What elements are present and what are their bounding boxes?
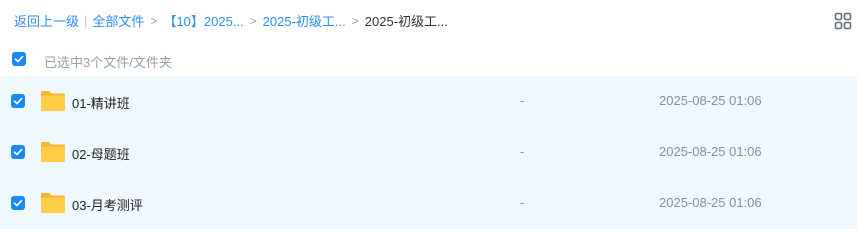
file-size: -	[520, 144, 525, 159]
file-modified-time: 2025-08-25 01:06	[659, 93, 762, 108]
selection-bar: 已选中3个文件/文件夹	[0, 42, 867, 76]
file-name[interactable]: 02-母题班	[72, 144, 130, 163]
file-row[interactable]: 01-精讲班 - 2025-08-25 01:06	[0, 76, 857, 127]
selection-count-text: 已选中3个文件/文件夹	[44, 55, 172, 70]
breadcrumb-item[interactable]: 2025-初级工...	[263, 11, 346, 30]
grid-view-icon[interactable]	[834, 12, 852, 30]
select-all-checkbox[interactable]	[12, 52, 26, 66]
breadcrumb: 返回上一级 | 全部文件 > 【10】2025... > 2025-初级工...…	[14, 11, 448, 30]
file-row[interactable]: 03-月考测评 - 2025-08-25 01:06	[0, 178, 857, 229]
breadcrumb-separator-icon: >	[351, 13, 359, 28]
breadcrumb-divider: |	[84, 13, 88, 28]
breadcrumb-all-files[interactable]: 全部文件	[92, 11, 144, 30]
breadcrumb-current: 2025-初级工...	[364, 14, 448, 29]
file-size: -	[520, 93, 525, 108]
file-name[interactable]: 03-月考测评	[72, 195, 143, 214]
file-modified-time: 2025-08-25 01:06	[659, 195, 762, 210]
row-checkbox[interactable]	[11, 94, 25, 108]
folder-icon	[40, 90, 66, 112]
file-name[interactable]: 01-精讲班	[72, 93, 130, 112]
top-bar: 返回上一级 | 全部文件 > 【10】2025... > 2025-初级工...…	[0, 0, 867, 40]
breadcrumb-item[interactable]: 【10】2025...	[163, 11, 243, 30]
file-size: -	[520, 195, 525, 210]
file-modified-time: 2025-08-25 01:06	[659, 144, 762, 159]
folder-icon	[40, 192, 66, 214]
row-checkbox[interactable]	[11, 145, 25, 159]
file-list: 01-精讲班 - 2025-08-25 01:06 02-母题班 - 2025-…	[0, 76, 857, 229]
breadcrumb-separator-icon: >	[150, 13, 158, 28]
row-checkbox[interactable]	[11, 196, 25, 210]
back-link[interactable]: 返回上一级	[14, 11, 79, 30]
file-row[interactable]: 02-母题班 - 2025-08-25 01:06	[0, 127, 857, 178]
breadcrumb-separator-icon: >	[249, 13, 257, 28]
folder-icon	[40, 141, 66, 163]
